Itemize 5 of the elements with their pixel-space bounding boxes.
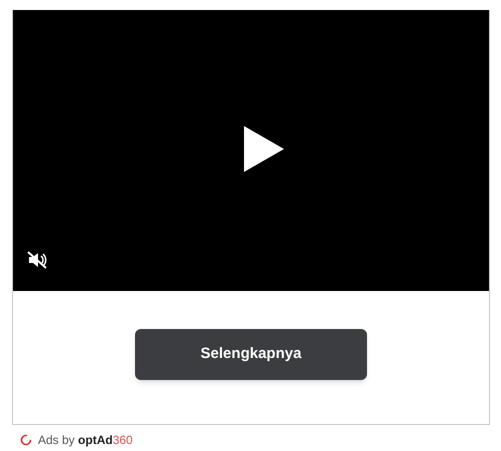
- ads-attribution[interactable]: Ads by optAd360: [38, 431, 133, 449]
- spinner-icon: [20, 434, 32, 446]
- muted-speaker-icon[interactable]: [27, 251, 47, 269]
- play-icon[interactable]: [244, 126, 284, 172]
- cta-button[interactable]: Selengkapnya: [135, 329, 367, 380]
